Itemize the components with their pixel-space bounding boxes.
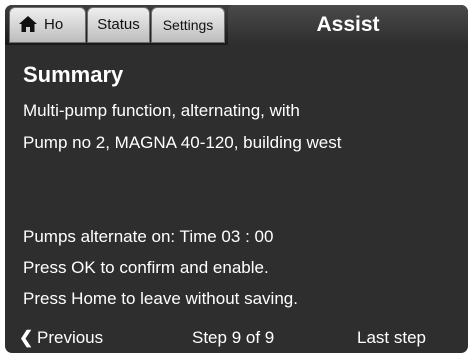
confirm-instruction: Press OK to confirm and enable. [23,258,269,277]
previous-button[interactable]: ❮ Previous [19,325,103,351]
wizard-footer: ❮ Previous Step 9 of 9 Last step [5,325,468,353]
previous-label: Previous [37,328,104,347]
step-indicator: Step 9 of 9 [192,328,275,347]
summary-line-1: Multi-pump function, alternating, with [23,101,300,120]
alternate-time-line: Pumps alternate on: Time 03 : 00 [23,227,274,246]
tab-home-label: Ho [44,16,64,33]
page-title: Summary [23,62,124,87]
tab-assist[interactable]: Assist [228,5,468,45]
chevron-left-icon: ❮ [19,328,34,347]
tab-home[interactable]: Ho [9,7,86,43]
home-icon [19,15,37,32]
leave-instruction: Press Home to leave without saving. [23,289,298,308]
summary-line-2: Pump no 2, MAGNA 40-120, building west [23,133,342,152]
tab-status[interactable]: Status [87,7,150,43]
tab-settings[interactable]: Settings [151,7,225,43]
tab-bar: Ho Status Settings Assist [5,5,468,45]
assist-screen: Ho Status Settings Assist Summary Multi-… [5,5,468,353]
last-step-label: Last step [357,328,426,347]
